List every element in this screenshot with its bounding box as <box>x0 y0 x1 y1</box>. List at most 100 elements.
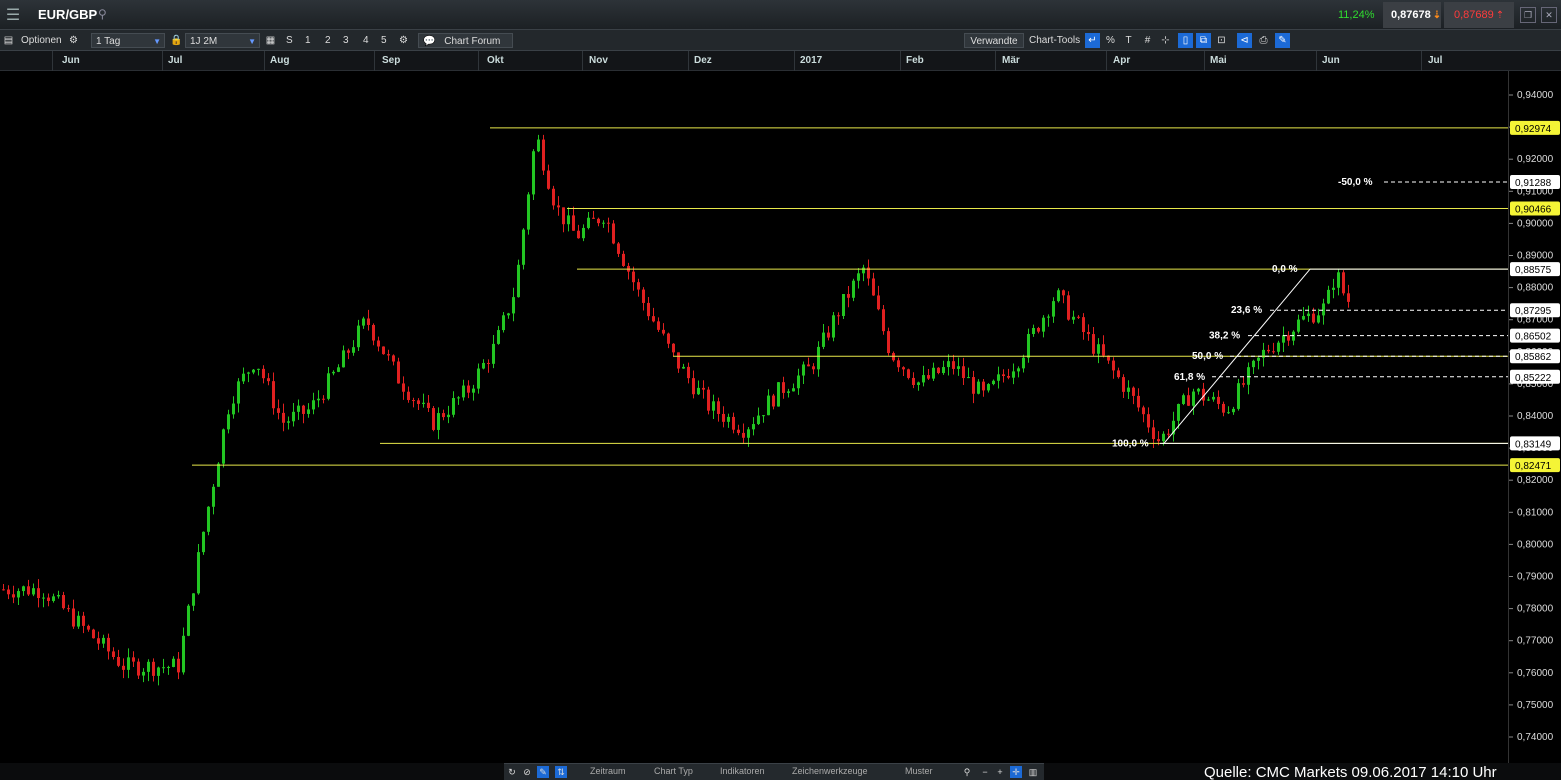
grid-icon[interactable]: # <box>1140 33 1155 48</box>
quick-range-3[interactable]: 3 <box>343 33 349 48</box>
month-tick <box>1316 51 1317 71</box>
fibonacci-retracement[interactable]: -50,0 % 0,0 % 23,6 % 38,2 % 50,0 % 61,8 % 100,… <box>1112 177 1508 449</box>
price-tick-label: 0,90000 <box>1517 218 1554 229</box>
candle-body <box>227 414 230 430</box>
candle-body <box>332 371 335 374</box>
candle-body <box>302 405 305 414</box>
quick-range-s[interactable]: S <box>286 33 293 48</box>
candle-body <box>902 367 905 370</box>
candle-body <box>342 350 345 368</box>
tab-zeitraum[interactable]: Zeitraum <box>590 766 626 776</box>
fibonacci-level-label: -50,0 % <box>1338 177 1373 188</box>
text-tool-icon[interactable]: T <box>1121 33 1136 48</box>
candle-body <box>1342 272 1345 294</box>
percent-toggle[interactable]: % <box>1103 33 1118 48</box>
options-list-icon[interactable]: ▤ <box>1 33 16 48</box>
settings-gear-icon[interactable]: ⚙ <box>396 33 411 48</box>
chart-tools-label: Chart-Tools <box>1029 35 1081 46</box>
candle-body <box>872 278 875 296</box>
menu-icon[interactable]: ☰ <box>0 0 26 30</box>
candle-body <box>502 315 505 331</box>
range-select[interactable]: 1J 2M ▼ <box>185 33 260 48</box>
options-menu[interactable]: Optionen <box>21 33 62 48</box>
candle-body <box>457 397 460 399</box>
symbol-title[interactable]: EUR/GBP <box>38 7 97 22</box>
tab-muster[interactable]: Muster <box>905 766 933 776</box>
candle-body <box>952 361 955 369</box>
price-tag-label: 0,91288 <box>1515 178 1552 189</box>
crosshair-icon[interactable]: ✛ <box>1010 766 1022 778</box>
quick-range-2[interactable]: 2 <box>325 33 331 48</box>
candle-body <box>972 377 975 394</box>
candle-body <box>992 380 995 385</box>
chart-forum-button[interactable]: 💬 Chart Forum <box>418 33 513 48</box>
clear-icon[interactable]: ⊘ <box>521 766 533 778</box>
candle-body <box>647 302 650 317</box>
candle-body <box>1032 327 1035 335</box>
gear-icon[interactable]: ⚙ <box>66 33 81 48</box>
candle-body <box>1242 383 1245 385</box>
lock-icon[interactable]: 🔒 <box>169 33 184 48</box>
chevron-down-icon: ▼ <box>153 37 161 46</box>
tab-zeichenwerkzeuge[interactable]: Zeichenwerkzeuge <box>792 766 868 776</box>
search-icon[interactable]: ⚲ <box>98 7 107 21</box>
price-tag-label: 0,90466 <box>1515 204 1552 215</box>
candle-body <box>877 295 880 310</box>
candle-icon[interactable]: ▯ <box>1178 33 1193 48</box>
close-window-icon[interactable]: ✕ <box>1541 7 1557 23</box>
related-label: Verwandte <box>970 36 1018 47</box>
magnifier-icon[interactable]: ⚲ <box>961 766 973 778</box>
candle-body <box>537 139 540 152</box>
volume-icon[interactable]: ▥ <box>1027 766 1039 778</box>
candle-body <box>267 378 270 382</box>
draw-icon[interactable]: ✎ <box>537 766 549 778</box>
candle-body <box>17 591 20 598</box>
month-tick <box>374 51 375 71</box>
zoom-in-icon[interactable]: + <box>994 766 1006 778</box>
candle-body <box>507 313 510 316</box>
candle-body <box>702 387 705 390</box>
candle-body <box>162 667 165 669</box>
chart-toolbar: ▤ Optionen ⚙ 1 Tag ▼ 🔒 1J 2M ▼ ▦ S 1 2 3 4… <box>0 30 1561 51</box>
sell-price-button[interactable]: 0,87678 ⇣ <box>1383 2 1441 28</box>
tab-chart-typ[interactable]: Chart Typ <box>654 766 693 776</box>
candle-body <box>772 395 775 407</box>
candle-body <box>532 151 535 195</box>
zoom-out-icon[interactable]: − <box>979 766 991 778</box>
candle-body <box>392 355 395 362</box>
candle-body <box>727 416 730 422</box>
calendar-icon[interactable]: ▦ <box>263 33 278 48</box>
candle-body <box>137 661 140 676</box>
candle-body <box>482 362 485 369</box>
month-label: Okt <box>487 55 504 66</box>
candle-body <box>112 651 115 657</box>
buy-price-button[interactable]: 0,87689 ⇡ <box>1444 2 1514 28</box>
crosshair-icon[interactable]: ⊹ <box>1158 33 1173 48</box>
print-icon[interactable]: ⎙ <box>1256 33 1271 48</box>
candle-body <box>957 366 960 369</box>
candle-body <box>722 413 725 422</box>
restore-window-icon[interactable]: ❐ <box>1520 7 1536 23</box>
candle-body <box>187 605 190 636</box>
tag-icon[interactable]: ⊲ <box>1237 33 1252 48</box>
fibonacci-level-label: 100,0 % <box>1112 438 1149 449</box>
sort-icon[interactable]: ⇅ <box>555 766 567 778</box>
candle-body <box>327 373 330 399</box>
candle-body <box>292 411 295 422</box>
cursor-tool-icon[interactable]: ↵ <box>1085 33 1100 48</box>
refresh-icon[interactable]: ↻ <box>506 766 518 778</box>
quick-range-1[interactable]: 1 <box>305 33 311 48</box>
edit-tool-icon[interactable]: ✎ <box>1275 33 1290 48</box>
quick-range-4[interactable]: 4 <box>363 33 369 48</box>
price-tick-label: 0,74000 <box>1517 732 1554 743</box>
candle-body <box>687 366 690 379</box>
zoom-icon[interactable]: ⊡ <box>1214 33 1229 48</box>
interval-select[interactable]: 1 Tag ▼ <box>91 33 165 48</box>
compare-icon[interactable]: ⧉ <box>1196 33 1211 48</box>
month-label: Apr <box>1113 55 1131 66</box>
related-button[interactable]: Verwandte <box>964 33 1024 48</box>
candle-body <box>192 593 195 606</box>
quick-range-5[interactable]: 5 <box>381 33 387 48</box>
price-chart[interactable]: -50,0 % 0,0 % 23,6 % 38,2 % 50,0 % 61,8 % 100,… <box>0 71 1508 763</box>
tab-indikatoren[interactable]: Indikatoren <box>720 766 765 776</box>
